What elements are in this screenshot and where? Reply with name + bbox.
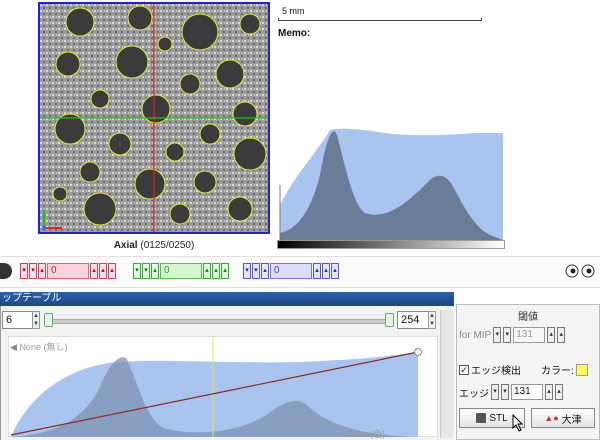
otsu-threshold-button[interactable]: ▲● 大津: [531, 408, 595, 428]
otsu-icon: ▲●: [544, 413, 559, 423]
green-step-down-icon[interactable]: ▾: [133, 263, 141, 279]
lut-none-text: None (無し): [19, 342, 68, 352]
edge-step-down-fast-icon[interactable]: ▾: [501, 384, 509, 400]
edge-label: エッジ: [459, 388, 489, 400]
blue-max-icon[interactable]: ▴: [322, 263, 330, 279]
lookup-table-titlebar: ップテーブル: [0, 292, 454, 306]
save-disk-icon: [476, 413, 487, 423]
lut-high-spinner-icon[interactable]: ▲ ▼: [428, 311, 436, 329]
edge-threshold-row: エッジ ▾ ▾ 131 ▴ ▴: [459, 384, 563, 400]
green-step-up-icon[interactable]: ▴: [151, 263, 159, 279]
blue-step-down-icon[interactable]: ▾: [243, 263, 251, 279]
lut-low-slider-thumb[interactable]: [44, 313, 53, 327]
stl-button-label: STL: [489, 412, 508, 424]
green-step-down-fast-icon[interactable]: ▾: [142, 263, 150, 279]
green-max-fast-icon[interactable]: ▴: [221, 263, 229, 279]
mip-step-up-fast-icon[interactable]: ▴: [557, 327, 566, 343]
slice-plane-name: Axial: [113, 240, 138, 251]
lut-control-point-icon[interactable]: [414, 348, 422, 356]
blue-max-fast-icon[interactable]: ▴: [331, 263, 339, 279]
edge-detect-row: ✓ エッジ検出 カラー:: [459, 362, 588, 377]
blue-step-up-icon[interactable]: ▴: [261, 263, 269, 279]
scale-bar-label: 5 mm: [282, 6, 305, 16]
mip-step-down-icon[interactable]: ▾: [493, 327, 502, 343]
green-spin-icon[interactable]: ▴: [203, 263, 211, 279]
edge-detect-label: エッジ検出: [471, 366, 521, 377]
mouse-cursor-icon: [512, 414, 524, 432]
mip-threshold-row: for MIP ▾ ▾ 131 ▴ ▴: [459, 327, 566, 343]
red-step-up-icon[interactable]: ▴: [38, 263, 46, 279]
blue-step-down-fast-icon[interactable]: ▾: [252, 263, 260, 279]
edge-detect-checkbox[interactable]: ✓: [459, 364, 469, 375]
mip-label: for MIP: [459, 329, 492, 341]
edge-step-up-fast-icon[interactable]: ▴: [555, 384, 563, 400]
memo-label: Memo:: [278, 28, 311, 39]
lut-high-slider-thumb[interactable]: [385, 313, 394, 327]
lut-color-label: Color (色): [346, 429, 386, 439]
blue-channel-control: ▾ ▾ ▴ 0 ▴ ▴ ▴: [243, 262, 339, 280]
green-channel-control: ▾ ▾ ▴ 0 ▴ ▴ ▴: [133, 262, 229, 280]
axial-slice-image[interactable]: [40, 4, 268, 232]
lut-low-spinner-icon[interactable]: ▲ ▼: [32, 311, 40, 329]
intensity-histogram: [279, 128, 503, 240]
blue-value-field[interactable]: 0: [270, 263, 312, 279]
threshold-title: 閾値: [518, 312, 538, 323]
color-label: カラー:: [541, 366, 574, 377]
red-channel-control: ▾ ▾ ▴ 0 ▴ ▴ ▴: [20, 262, 116, 280]
lut-none-label: ◀ None (無し): [10, 342, 68, 352]
edge-value-field[interactable]: 131: [511, 384, 543, 400]
mip-step-down-fast-icon[interactable]: ▾: [503, 327, 512, 343]
edge-step-down-icon[interactable]: ▾: [491, 384, 499, 400]
slice-index: (0125/0250): [137, 240, 195, 251]
blue-spin-icon[interactable]: ▴: [313, 263, 321, 279]
red-step-down-icon[interactable]: ▾: [20, 263, 28, 279]
red-max-fast-icon[interactable]: ▴: [108, 263, 116, 279]
otsu-button-label: 大津: [561, 414, 582, 426]
threshold-color-swatch[interactable]: [575, 363, 588, 376]
edge-step-up-icon[interactable]: ▴: [545, 384, 553, 400]
lut-vertical-scrollbar[interactable]: [440, 310, 453, 438]
mip-value-field[interactable]: 131: [513, 327, 546, 343]
mip-step-up-icon[interactable]: ▴: [547, 327, 556, 343]
red-step-down-fast-icon[interactable]: ▾: [29, 263, 37, 279]
slice-label: Axial (0125/0250): [38, 240, 270, 251]
eyes-visibility-icon[interactable]: [564, 262, 598, 280]
lut-range-slider-track[interactable]: [44, 319, 394, 324]
red-value-field[interactable]: 0: [47, 263, 89, 279]
scale-bar: [278, 18, 482, 21]
green-value-field[interactable]: 0: [160, 263, 202, 279]
lookup-table-graph[interactable]: [8, 336, 438, 437]
red-spin-icon[interactable]: ▴: [90, 263, 98, 279]
grayscale-gradient-bar: [277, 240, 505, 249]
green-max-icon[interactable]: ▴: [212, 263, 220, 279]
axial-view[interactable]: [38, 2, 270, 234]
red-max-icon[interactable]: ▴: [99, 263, 107, 279]
